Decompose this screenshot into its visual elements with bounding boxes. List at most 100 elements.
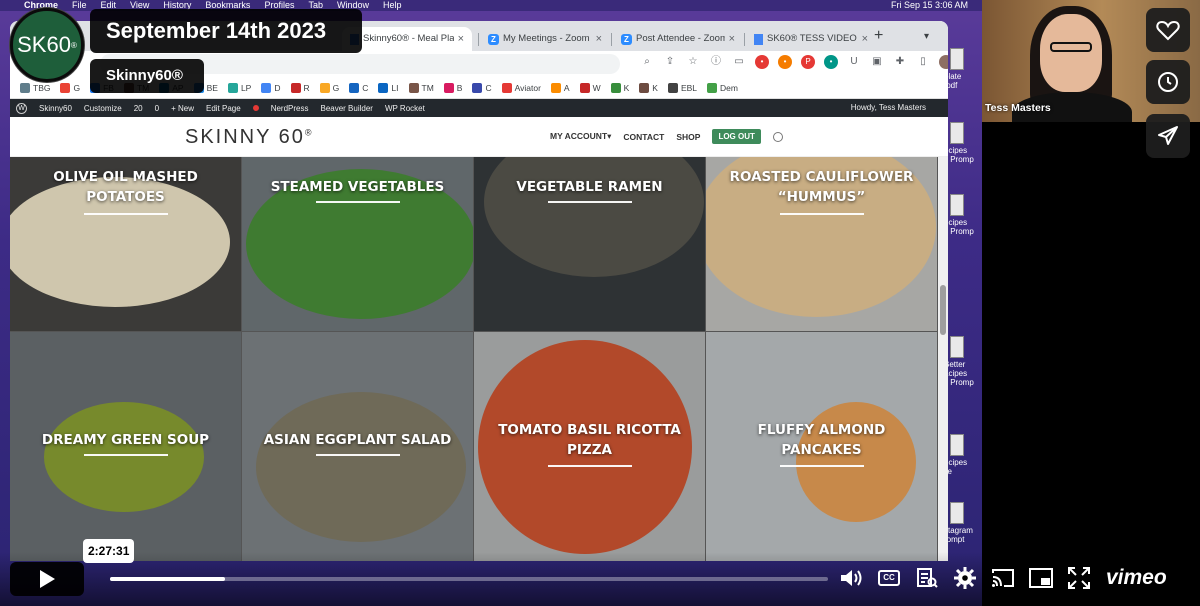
- progress-bar[interactable]: [110, 577, 828, 581]
- bookmark-item[interactable]: TM: [408, 82, 434, 93]
- extension-icon[interactable]: ▣: [870, 55, 884, 69]
- share-button[interactable]: [1146, 114, 1190, 158]
- desktop-file[interactable]: ecipes y Promp: [944, 122, 984, 164]
- close-icon[interactable]: ×: [458, 27, 464, 51]
- wp-nerdpress-link[interactable]: NerdPress: [271, 104, 309, 113]
- nav-shop[interactable]: SHOP: [676, 132, 700, 142]
- profile-avatar[interactable]: [939, 55, 948, 69]
- close-icon[interactable]: ×: [729, 27, 735, 51]
- bookmark-item[interactable]: K: [639, 82, 658, 93]
- recipe-card-asian-eggplant-salad[interactable]: ASIAN EGGPLANT SALAD: [242, 332, 473, 561]
- search-icon[interactable]: ⌕: [640, 55, 654, 69]
- bookmark-item[interactable]: C: [472, 82, 492, 93]
- wp-edit-page-link[interactable]: Edit Page: [206, 104, 241, 113]
- recipe-card-fluffy-almond-pancakes[interactable]: FLUFFY ALMOND PANCAKES: [706, 332, 937, 561]
- bookmark-item[interactable]: Dem: [707, 82, 738, 93]
- recipe-card-steamed-vegetables[interactable]: STEAMED VEGETABLES: [242, 157, 473, 331]
- wp-howdy-user[interactable]: Howdy, Tess Masters: [851, 99, 926, 117]
- caption-underline: [779, 213, 864, 215]
- star-icon[interactable]: ☆: [686, 55, 700, 69]
- recipe-card-dreamy-green-soup[interactable]: DREAMY GREEN SOUP: [10, 332, 241, 561]
- menubar-file[interactable]: File: [72, 0, 87, 11]
- wordpress-icon[interactable]: W: [16, 102, 27, 114]
- wp-beaver-builder-link[interactable]: Beaver Builder: [320, 104, 372, 113]
- close-icon[interactable]: ×: [596, 27, 602, 51]
- scrollbar-thumb[interactable]: [940, 285, 946, 335]
- share-icon[interactable]: ⇪: [663, 55, 677, 69]
- nav-contact[interactable]: CONTACT: [623, 132, 664, 142]
- captions-button[interactable]: CC: [876, 565, 902, 591]
- bookmark-item[interactable]: W: [579, 82, 601, 93]
- bookmark-item[interactable]: G: [60, 82, 80, 93]
- volume-icon: [841, 570, 862, 586]
- like-button[interactable]: [1146, 8, 1190, 52]
- desktop-file[interactable]: ecipes y Promp: [944, 194, 984, 236]
- tab-post-attendee[interactable]: Z Post Attendee - Zoom ×: [613, 27, 743, 51]
- page-scrollbar[interactable]: [938, 157, 948, 561]
- document-icon: [754, 33, 763, 45]
- logout-button[interactable]: LOG OUT: [712, 129, 761, 144]
- recipe-grid: OLIVE OIL MASHED POTATOES STEAMED VEGETAB…: [10, 157, 938, 561]
- bookmark-item[interactable]: A: [550, 82, 570, 93]
- bookmark-item[interactable]: B: [443, 82, 462, 93]
- new-tab-button[interactable]: +: [874, 27, 883, 45]
- chevron-down-icon[interactable]: ▾: [924, 31, 929, 42]
- recipe-card-roasted-cauliflower-hummus[interactable]: ROASTED CAULIFLOWER “HUMMUS”: [706, 157, 937, 331]
- watch-later-button[interactable]: [1146, 60, 1190, 104]
- pinterest-icon[interactable]: P: [801, 55, 815, 69]
- bookmark-item[interactable]: LP: [227, 82, 251, 93]
- fullscreen-button[interactable]: [1066, 565, 1092, 591]
- file-thumbnail: [950, 122, 964, 144]
- recipe-card-vegetable-ramen[interactable]: VEGETABLE RAMEN: [474, 157, 705, 331]
- channel-logo[interactable]: SK60 ®: [10, 8, 84, 82]
- ublock-icon[interactable]: U: [847, 55, 861, 69]
- wp-new-link[interactable]: + New: [171, 104, 194, 113]
- sidebar-icon[interactable]: ▯: [916, 55, 930, 69]
- bookmark-item[interactable]: D: [261, 82, 281, 93]
- wp-updates-count[interactable]: 20: [134, 104, 143, 113]
- bookmark-item[interactable]: G: [319, 82, 339, 93]
- nav-my-account[interactable]: MY ACCOUNT▾: [550, 131, 611, 142]
- cast-button[interactable]: [990, 565, 1016, 591]
- close-icon[interactable]: ×: [862, 27, 868, 51]
- desktop-file[interactable]: ecipes ile: [944, 434, 984, 476]
- wp-site-link[interactable]: Skinny60: [39, 104, 72, 113]
- bookmark-item[interactable]: R: [290, 82, 310, 93]
- extension-icon[interactable]: •: [778, 55, 792, 69]
- browser-window: Skinny60® - Meal Plan × Z My Meetings - …: [10, 21, 948, 561]
- video-title[interactable]: September 14th 2023: [90, 9, 362, 53]
- desktop-file[interactable]: plate .pdf: [944, 48, 984, 90]
- info-icon[interactable]: ⓘ: [709, 55, 723, 69]
- grammar-icon[interactable]: •: [824, 55, 838, 69]
- bookmark-item[interactable]: EBL: [667, 82, 697, 93]
- menubar-help[interactable]: Help: [383, 0, 402, 11]
- wp-customize-link[interactable]: Customize: [84, 104, 122, 113]
- bookmark-icon: [290, 82, 301, 93]
- puzzle-icon[interactable]: ✚: [893, 55, 907, 69]
- volume-button[interactable]: [838, 565, 864, 591]
- site-logo[interactable]: SKINNY 60®: [185, 126, 314, 149]
- recipe-card-olive-oil-mashed-potatoes[interactable]: OLIVE OIL MASHED POTATOES: [10, 157, 241, 331]
- lastpass-icon[interactable]: •: [755, 55, 769, 69]
- tab-tess-video[interactable]: SK60® TESS VIDEO C ×: [746, 27, 876, 51]
- bookmark-item[interactable]: TBG: [20, 82, 50, 93]
- channel-name[interactable]: Skinny60®: [90, 59, 204, 93]
- bookmark-item[interactable]: Aviator: [501, 82, 541, 93]
- settings-button[interactable]: [952, 565, 978, 591]
- desktop-file[interactable]: Better acipes y Promp: [944, 336, 984, 387]
- desktop-file[interactable]: stagram rompt: [944, 502, 984, 544]
- wp-comments-count[interactable]: 0: [155, 104, 159, 113]
- chat-extension-icon[interactable]: ▭: [732, 55, 746, 69]
- menubar-clock[interactable]: Fri Sep 15 3:06 AM: [891, 0, 968, 11]
- recipe-card-tomato-basil-ricotta-pizza[interactable]: TOMATO BASIL RICOTTA PIZZA: [474, 332, 705, 561]
- vimeo-logo[interactable]: vimeo: [1106, 566, 1167, 590]
- picture-in-picture-button[interactable]: [1028, 565, 1054, 591]
- bookmark-item[interactable]: LI: [378, 82, 399, 93]
- search-icon[interactable]: [772, 131, 783, 142]
- bookmark-item[interactable]: C: [349, 82, 368, 93]
- bookmark-item[interactable]: K: [610, 82, 629, 93]
- transcript-button[interactable]: [914, 565, 940, 591]
- wp-rocket-link[interactable]: WP Rocket: [385, 104, 425, 113]
- play-button[interactable]: [10, 562, 84, 596]
- tab-my-meetings[interactable]: Z My Meetings - Zoom ×: [480, 27, 610, 51]
